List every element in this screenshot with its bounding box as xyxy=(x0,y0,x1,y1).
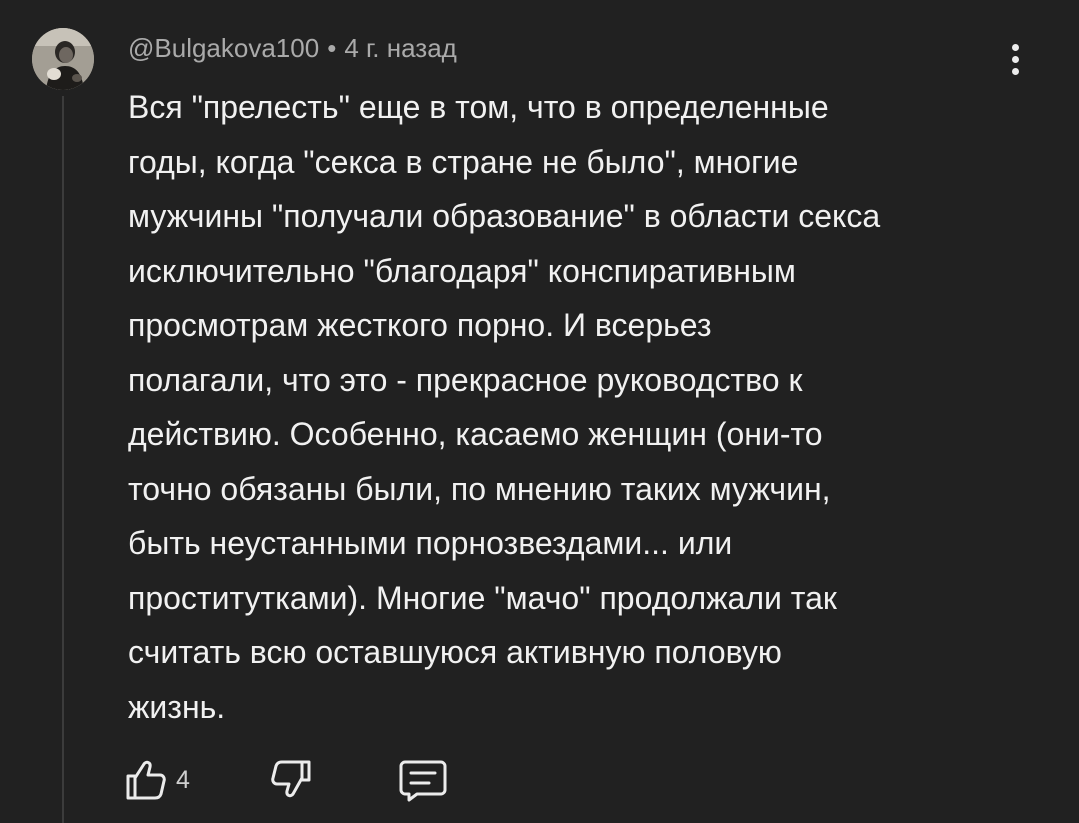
like-button[interactable]: 4 xyxy=(122,752,212,804)
reply-button[interactable] xyxy=(397,752,449,804)
comment-meta: @Bulgakova100 • 4 г. назад xyxy=(128,33,457,64)
avatar[interactable] xyxy=(32,28,94,90)
comment-reply-icon xyxy=(399,760,447,802)
meta-separator: • xyxy=(327,33,337,63)
menu-dot xyxy=(1012,68,1019,75)
more-vertical-icon[interactable] xyxy=(996,38,1036,80)
thread-line xyxy=(62,96,64,823)
dislike-button[interactable] xyxy=(267,752,317,804)
menu-dot xyxy=(1012,56,1019,63)
menu-dot xyxy=(1012,44,1019,51)
thumbs-up-icon xyxy=(126,760,166,800)
comment-text: Вся "прелесть" еще в том, что в определе… xyxy=(128,89,881,725)
like-count: 4 xyxy=(176,766,190,794)
avatar-image xyxy=(32,28,94,90)
author-name[interactable]: @Bulgakova100 xyxy=(128,33,319,63)
comment-timestamp[interactable]: 4 г. назад xyxy=(344,33,457,63)
thumbs-down-icon xyxy=(271,760,311,798)
